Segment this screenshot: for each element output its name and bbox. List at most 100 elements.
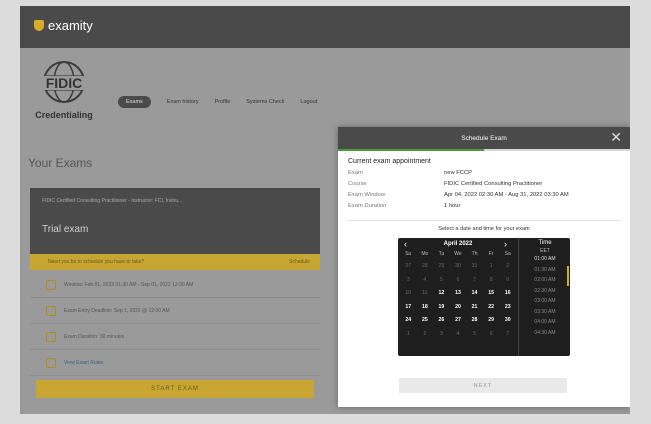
- time-slot[interactable]: 02:30 AM: [519, 286, 571, 297]
- banner-schedule-link[interactable]: Schedule: [289, 259, 310, 265]
- calendar-day: 8: [489, 276, 493, 283]
- list-item[interactable]: View Exam Rules: [30, 350, 320, 376]
- field-value: FIDIC Certified Consulting Practitioner: [444, 181, 543, 187]
- calendar-day[interactable]: 27: [450, 314, 467, 328]
- time-slot[interactable]: 02:00 AM: [519, 275, 571, 286]
- next-button[interactable]: NEXT: [399, 378, 567, 393]
- exam-card-title: Trial exam: [42, 224, 89, 235]
- divider: [348, 220, 620, 221]
- nav-item-exam-history[interactable]: Exam history: [167, 99, 199, 105]
- field-label: Course: [348, 181, 367, 187]
- calendar-day[interactable]: 21: [466, 301, 483, 315]
- calendar-day: 7: [506, 330, 510, 337]
- app-window: examity FIDIC Credentialing Exams Exam h…: [20, 6, 630, 414]
- progress-fill: [338, 149, 484, 151]
- nav-item-exams[interactable]: Exams: [118, 96, 151, 108]
- calendar-day: 5: [439, 276, 443, 283]
- calendar-day[interactable]: 28: [466, 314, 483, 328]
- calendar-day[interactable]: 13: [450, 287, 467, 301]
- time-slot[interactable]: 03:00 AM: [519, 296, 571, 307]
- nav-item-systems-check[interactable]: Systems Check: [246, 99, 284, 105]
- top-bar: examity: [20, 6, 630, 48]
- calendar-day: 1: [406, 330, 410, 337]
- calendar-day[interactable]: 20: [450, 301, 467, 315]
- view-exam-rules-link[interactable]: View Exam Rules: [64, 360, 103, 366]
- calendar-day[interactable]: 17: [400, 301, 417, 315]
- weekday-label: Mo: [421, 251, 429, 257]
- brand-logo[interactable]: examity: [34, 18, 93, 33]
- calendar-day: 29: [438, 263, 445, 269]
- calendar-days: 27 28 29 30 31 1 2 3 4 5 6 7 8 9 10 11 12 13 14 15 16 17 18 19 2…: [400, 260, 516, 341]
- calendar-day: 28: [421, 263, 428, 269]
- schedule-exam-modal: Schedule Exam ✕ Current exam appointment…: [338, 127, 630, 407]
- calendar-day: 7: [473, 276, 476, 283]
- time-slots: 01:00 AM 01:30 AM 02:00 AM 02:30 AM 03:00 AM…: [519, 254, 571, 338]
- section-title: Current exam appointment: [348, 158, 431, 165]
- calendar-day: 2: [423, 330, 427, 337]
- list-item: Window: Feb 01, 2022 01:30 AM - Sep 01, …: [30, 272, 320, 298]
- time-header: Time: [538, 240, 552, 246]
- shield-icon: [34, 20, 44, 31]
- calendar-day: 6: [456, 276, 460, 283]
- timer-icon: [46, 331, 56, 342]
- logo-text: FIDIC: [46, 75, 83, 91]
- chevron-right-icon[interactable]: ›: [504, 238, 507, 250]
- time-list: Time EET 01:00 AM 01:30 AM 02:00 AM 02:30 A…: [518, 238, 571, 356]
- time-slot[interactable]: 01:00 AM: [519, 254, 571, 265]
- weekday-label: Tu: [438, 251, 445, 257]
- calendar-header: ‹ April 2022 ›: [398, 238, 518, 250]
- field-label: Exam Duration: [348, 203, 387, 209]
- weekday-label: Th: [471, 251, 478, 257]
- info-duration: Exam Duration: 30 minutes: [64, 333, 125, 340]
- calendar-day[interactable]: 24: [400, 314, 417, 328]
- field-label: Exam: [348, 170, 363, 176]
- time-slot[interactable]: 04:00 AM: [519, 317, 571, 328]
- calendar-day[interactable]: 15: [483, 287, 500, 301]
- close-icon[interactable]: ✕: [610, 130, 622, 144]
- info-deadline: Exam Entry Deadline: Sep 1, 2022 @ 12:00…: [64, 307, 170, 314]
- field-value: 1 hour: [444, 203, 461, 209]
- calendar-day: 30: [455, 263, 461, 269]
- fidic-logo: FIDIC Credentialing: [34, 61, 94, 120]
- date-time-prompt: Select a date and time for your exam: [438, 226, 530, 232]
- time-slot[interactable]: 01:30 AM: [519, 265, 571, 276]
- calendar-day[interactable]: 18: [417, 301, 434, 315]
- calendar-day[interactable]: 26: [433, 314, 450, 328]
- date-time-picker: ‹ April 2022 › Su Mo Tu We Th Fr Sa 27 28 29 30 31…: [398, 238, 570, 356]
- calendar-day: 6: [489, 330, 493, 337]
- calendar-day[interactable]: 30: [499, 314, 516, 328]
- calendar-day[interactable]: 19: [433, 301, 450, 315]
- banner-text: Need you be to schedule you have to take…: [48, 259, 145, 265]
- calendar-day[interactable]: 23: [499, 301, 516, 315]
- calendar-day: 31: [471, 263, 478, 269]
- modal-header: Schedule Exam ✕: [338, 127, 630, 149]
- modal-title: Schedule Exam: [461, 135, 507, 142]
- schedule-banner: Need you be to schedule you have to take…: [30, 254, 320, 270]
- time-slot[interactable]: 04:30 AM: [519, 328, 571, 339]
- calendar-day: 3: [406, 276, 410, 283]
- list-item: Exam Duration: 30 minutes: [30, 324, 320, 350]
- calendar-day: 4: [423, 276, 427, 283]
- calendar-day[interactable]: 12: [433, 287, 450, 301]
- calendar-day[interactable]: 14: [466, 287, 483, 301]
- weekday-label: Sa: [504, 251, 511, 257]
- logo-subtitle: Credentialing: [35, 110, 93, 120]
- calendar-day[interactable]: 29: [483, 314, 500, 328]
- calendar-day: 27: [405, 263, 412, 269]
- calendar-day[interactable]: 22: [483, 301, 500, 315]
- calendar-icon: [46, 279, 56, 290]
- calendar-day: 5: [473, 330, 476, 337]
- field-label: Exam Window: [348, 192, 386, 198]
- time-scrollbar[interactable]: [567, 266, 569, 286]
- nav-item-logout[interactable]: Logout: [300, 99, 317, 105]
- main-nav: Exams Exam history Profile Systems Check…: [118, 96, 317, 108]
- clock-icon: [46, 305, 56, 316]
- calendar-day[interactable]: 16: [499, 287, 516, 301]
- exam-card-header: FIDIC Certified Consulting Practitioner …: [42, 198, 183, 204]
- calendar-day[interactable]: 25: [417, 314, 434, 328]
- nav-item-profile[interactable]: Profile: [215, 99, 231, 105]
- time-slot[interactable]: 03:30 AM: [519, 307, 571, 318]
- document-icon: [46, 357, 56, 368]
- weekday-label: Su: [405, 251, 412, 257]
- start-exam-button[interactable]: START EXAM: [36, 380, 314, 398]
